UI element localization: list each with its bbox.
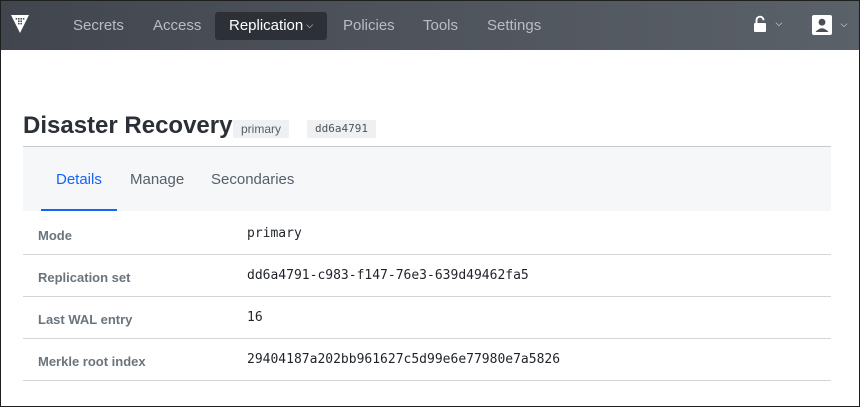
nav-item-replication[interactable]: Replication ⌵ — [215, 12, 328, 40]
mode-tag: primary — [233, 120, 290, 138]
nav-item-secrets[interactable]: Secrets — [59, 12, 138, 40]
chevron-down-icon: ⌵ — [306, 20, 314, 30]
nav-item-label: Tools — [423, 17, 459, 34]
nav-item-label: Settings — [487, 17, 542, 34]
app-frame: Secrets Access Replication ⌵ Policies Too… — [0, 0, 860, 407]
lock-open-icon — [753, 15, 770, 32]
top-navigation: Secrets Access Replication ⌵ Policies Too… — [1, 1, 859, 50]
active-tab-indicator — [41, 209, 117, 211]
nav-item-policies[interactable]: Policies — [329, 12, 409, 40]
nav-item-access[interactable]: Access — [139, 12, 215, 40]
chevron-down-icon: ⌵ — [775, 18, 783, 29]
detail-value: 29404187a202bb961627c5d99e6e77980e7a5826 — [247, 352, 561, 367]
detail-label: Last WAL entry — [38, 312, 133, 327]
detail-row: Last WAL entry 16 — [23, 297, 831, 339]
vault-logo-icon[interactable] — [9, 12, 31, 36]
nav-item-label: Access — [153, 17, 202, 34]
nav-item-label: Policies — [343, 17, 395, 34]
nav-item-settings[interactable]: Settings — [473, 12, 555, 40]
page-title: Disaster Recovery — [23, 112, 233, 139]
nav-item-label: Replication — [229, 17, 304, 34]
user-menu[interactable]: ⌵ — [812, 15, 847, 35]
detail-row: Mode primary — [23, 213, 831, 255]
lock-menu[interactable]: ⌵ — [753, 15, 782, 35]
nav-item-label: Secrets — [73, 17, 124, 34]
detail-value: primary — [247, 226, 302, 241]
detail-label: Mode — [38, 228, 72, 243]
detail-row: Replication set dd6a4791-c983-f147-76e3-… — [23, 255, 831, 297]
tab-bar: Details Manage Secondaries — [23, 147, 831, 211]
detail-label: Replication set — [38, 270, 131, 285]
tab-manage[interactable]: Manage — [130, 171, 184, 188]
tab-details[interactable]: Details — [56, 171, 102, 188]
cluster-id-tag: dd6a4791 — [307, 120, 376, 138]
detail-value: dd6a4791-c983-f147-76e3-639d49462fa5 — [247, 268, 529, 283]
detail-label: Merkle root index — [38, 354, 146, 369]
tab-secondaries[interactable]: Secondaries — [211, 171, 294, 188]
detail-row: Merkle root index 29404187a202bb961627c5… — [23, 339, 831, 381]
chevron-down-icon: ⌵ — [840, 19, 848, 30]
detail-value: 16 — [247, 310, 263, 325]
nav-item-tools[interactable]: Tools — [409, 12, 472, 40]
user-icon — [812, 15, 835, 35]
